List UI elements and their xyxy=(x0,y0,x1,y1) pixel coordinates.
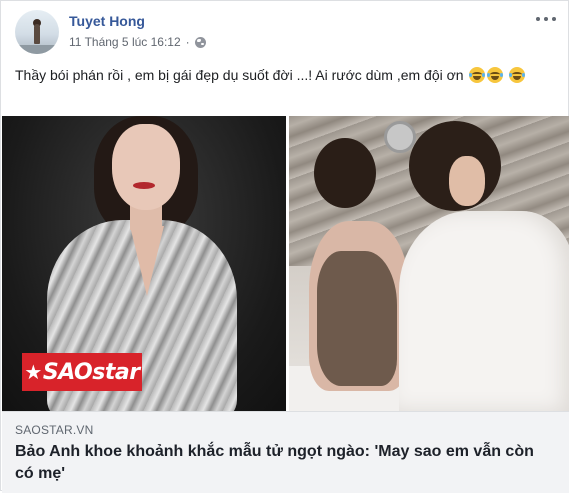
avatar-figure-body xyxy=(34,24,40,44)
link-source: SAOSTAR.VN xyxy=(15,423,94,437)
meta-separator: · xyxy=(185,35,190,49)
watermark-text: SAOstar xyxy=(42,359,140,385)
post-text-content: Thầy bói phán rồi , em bị gái đẹp dụ suố… xyxy=(15,67,464,83)
feed-post: Tuyet Hong 11 Tháng 5 lúc 16:12 · Thầy b… xyxy=(0,0,569,493)
tears-of-joy-emoji-icon xyxy=(487,67,504,83)
post-meta: 11 Tháng 5 lúc 16:12 · xyxy=(69,35,206,49)
post-header: Tuyet Hong 11 Tháng 5 lúc 16:12 · xyxy=(15,10,556,54)
link-preview-card[interactable]: SAOSTAR.VN Bảo Anh khoe khoảnh khắc mẫu … xyxy=(2,411,569,493)
photo-left-lips xyxy=(133,182,155,189)
photo-right-face-2 xyxy=(449,156,485,206)
photo-right xyxy=(289,116,569,411)
tears-of-joy-emoji-icon xyxy=(509,67,526,83)
photo-left: ★ SAOstar xyxy=(2,116,286,411)
photo-right-faucet xyxy=(384,121,416,153)
author-avatar[interactable] xyxy=(15,10,59,54)
more-options-icon[interactable] xyxy=(536,12,556,26)
saostar-watermark-logo: ★ SAOstar xyxy=(22,353,142,391)
post-text: Thầy bói phán rồi , em bị gái đẹp dụ suố… xyxy=(15,64,560,86)
photo-right-mud xyxy=(317,251,397,386)
link-title[interactable]: Bảo Anh khoe khoảnh khắc mẫu tử ngọt ngà… xyxy=(15,441,555,485)
globe-icon[interactable] xyxy=(194,36,206,48)
photo-left-face xyxy=(112,124,180,210)
photo-right-head-1 xyxy=(314,138,376,208)
photo-right-shirt xyxy=(399,211,569,411)
author-name[interactable]: Tuyet Hong xyxy=(69,13,145,29)
avatar-ground xyxy=(15,45,59,54)
post-timestamp[interactable]: 11 Tháng 5 lúc 16:12 xyxy=(69,35,181,49)
tears-of-joy-emoji-icon xyxy=(469,67,486,83)
link-preview-image[interactable]: ★ SAOstar xyxy=(2,116,569,411)
